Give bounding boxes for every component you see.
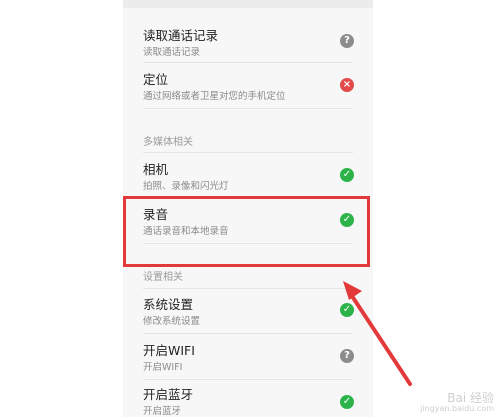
watermark: Bai 经验 jingyan.baidu.com bbox=[420, 392, 494, 413]
watermark-sub: jingyan.baidu.com bbox=[420, 404, 494, 413]
watermark-main: Bai 经验 bbox=[447, 391, 494, 405]
pointer-arrow-icon bbox=[343, 281, 412, 386]
